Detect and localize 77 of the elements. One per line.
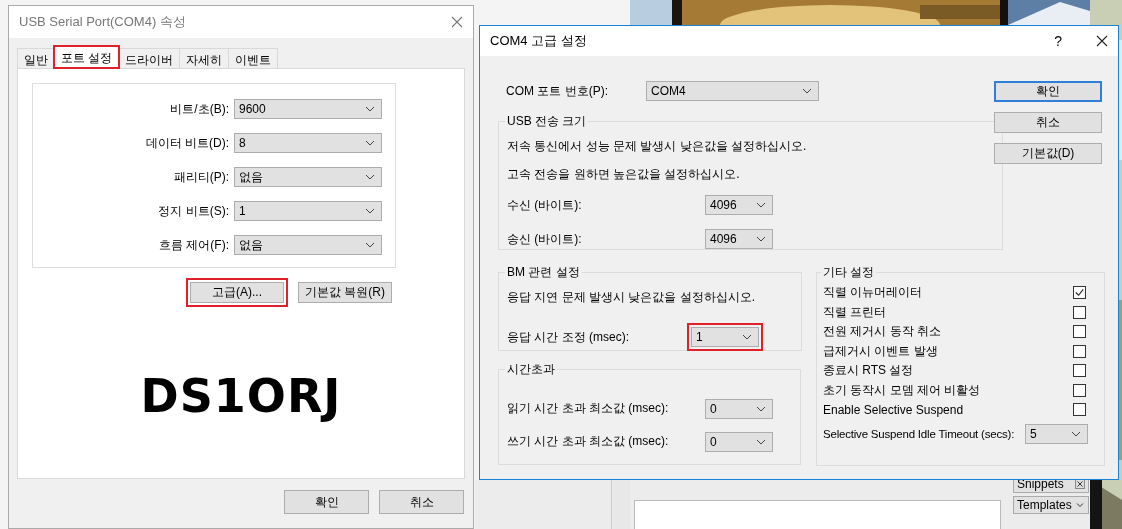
dropdown[interactable]: 8 bbox=[234, 133, 382, 153]
checkbox[interactable] bbox=[1073, 383, 1086, 397]
field-label: 흐름 제어(F): bbox=[159, 236, 229, 254]
caret-icon bbox=[756, 405, 766, 412]
scrollbar[interactable] bbox=[611, 480, 630, 529]
caret-icon bbox=[756, 236, 766, 242]
dropdown[interactable]: COM4 bbox=[646, 81, 819, 101]
help-button[interactable]: ? bbox=[1054, 33, 1062, 49]
overlay-text: DS1ORJ bbox=[139, 369, 343, 423]
checkbox[interactable] bbox=[1073, 344, 1086, 358]
dropdown[interactable]: 1 bbox=[234, 201, 382, 221]
group-title: 기타 설정 bbox=[822, 264, 876, 281]
checkbox[interactable] bbox=[1073, 325, 1086, 339]
option-label: 급제거시 이벤트 발생 bbox=[823, 342, 938, 360]
option-label: 직렬 프린터 bbox=[823, 303, 887, 321]
dropdown[interactable]: 1 bbox=[691, 327, 759, 347]
field-label: 읽기 시간 초과 최소값 (msec): bbox=[507, 400, 670, 417]
dropdown[interactable]: 없음 bbox=[234, 167, 382, 187]
caret-icon bbox=[365, 140, 375, 146]
dropdown[interactable]: 5 bbox=[1025, 423, 1088, 444]
tab[interactable]: 자세히 bbox=[179, 48, 230, 68]
tab[interactable]: 드라이버 bbox=[118, 48, 181, 68]
option-label: 직렬 이뉴머레이터 bbox=[823, 284, 923, 302]
caret-icon bbox=[742, 334, 752, 340]
caret-icon bbox=[1071, 430, 1081, 437]
group-title: USB 전송 크기 bbox=[506, 113, 588, 130]
option-label: 초기 동작시 모뎀 제어 비활성 bbox=[823, 381, 981, 399]
field-label: 데이터 비트(D): bbox=[145, 134, 229, 152]
option-label: 전원 제거시 동작 취소 bbox=[823, 323, 941, 341]
checkbox[interactable] bbox=[1073, 286, 1086, 300]
dropdown[interactable]: 4096 bbox=[705, 195, 773, 215]
option-label: Enable Selective Suspend bbox=[823, 402, 964, 417]
field-label: 응답 시간 조정 (msec): bbox=[507, 328, 630, 346]
window-title: USB Serial Port(COM4) 속성 bbox=[19, 13, 187, 31]
caret-icon bbox=[802, 88, 812, 94]
field-label: 정지 비트(S): bbox=[158, 202, 229, 220]
field-label: 쓰기 시간 초과 최소값 (msec): bbox=[507, 433, 670, 450]
group-title: BM 관련 설정 bbox=[506, 264, 581, 281]
checkbox[interactable] bbox=[1073, 305, 1086, 319]
panel-header[interactable]: Templates bbox=[1013, 496, 1089, 514]
option-label: 종료시 RTS 설정 bbox=[823, 362, 914, 380]
dialog-button[interactable]: 취소 bbox=[994, 112, 1102, 133]
caret-icon bbox=[365, 174, 375, 180]
tab[interactable]: 포트 설정 bbox=[54, 46, 120, 68]
dialog-button[interactable]: 취소 bbox=[379, 490, 464, 514]
field-label: 패리티(P): bbox=[173, 168, 229, 186]
tab[interactable]: 이벤트 bbox=[228, 48, 279, 68]
dialog-button[interactable]: 확인 bbox=[994, 81, 1102, 102]
caret-icon[interactable] bbox=[1075, 500, 1085, 510]
dropdown[interactable]: 없음 bbox=[234, 235, 382, 255]
field-label: Selective Suspend Idle Timeout (secs): bbox=[823, 427, 1015, 440]
dropdown[interactable]: 9600 bbox=[234, 99, 382, 119]
field-label: 비트/초(B): bbox=[170, 100, 229, 118]
dialog-button[interactable]: 확인 bbox=[284, 490, 369, 514]
dialog-button[interactable]: 고급(A)... bbox=[190, 282, 284, 303]
tab[interactable]: 일반 bbox=[17, 48, 55, 68]
window-title: COM4 고급 설정 bbox=[490, 32, 588, 50]
caret-icon bbox=[756, 438, 766, 445]
dropdown[interactable]: 0 bbox=[705, 398, 773, 419]
hint-text: 고속 전송을 원하면 높은값을 설정하십시오. bbox=[507, 166, 741, 183]
dropdown[interactable]: 0 bbox=[705, 431, 773, 452]
close-icon[interactable] bbox=[1096, 35, 1108, 47]
field-label: COM 포트 번호(P): bbox=[506, 82, 609, 100]
dialog-button[interactable]: 기본값(D) bbox=[994, 143, 1102, 164]
hint-text: 응답 지연 문제 발생시 낮은값을 설정하십시오. bbox=[507, 289, 756, 306]
dropdown[interactable]: 4096 bbox=[705, 229, 773, 249]
caret-icon bbox=[365, 106, 375, 112]
field-label: 수신 (바이트): bbox=[507, 196, 583, 214]
caret-icon bbox=[756, 202, 766, 208]
caret-icon bbox=[365, 242, 375, 248]
checkbox[interactable] bbox=[1073, 403, 1086, 417]
dialog-button[interactable]: 기본값 복원(R) bbox=[298, 282, 392, 303]
field-label: 송신 (바이트): bbox=[507, 230, 583, 248]
caret-icon bbox=[365, 208, 375, 214]
checkbox[interactable] bbox=[1073, 364, 1086, 378]
hint-text: 저속 통신에서 성능 문제 발생시 낮은값을 설정하십시오. bbox=[507, 138, 808, 155]
group-title: 시간초과 bbox=[506, 361, 556, 378]
